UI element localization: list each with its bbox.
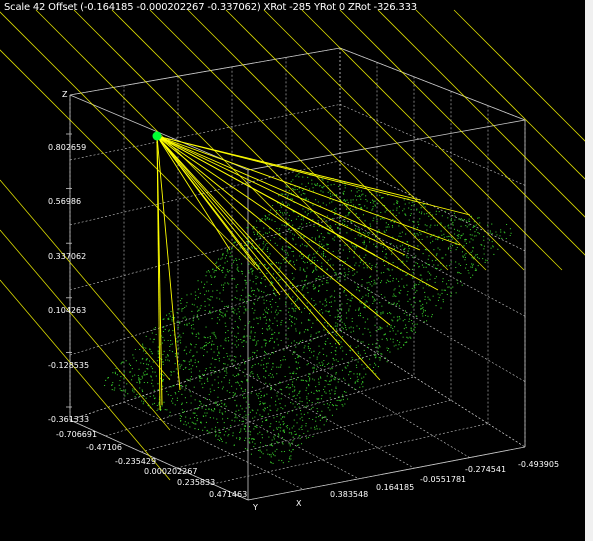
grid-line — [231, 365, 415, 469]
scene-canvas[interactable]: Z X Y 0.802659 0.56986 0.337062 0.104263… — [0, 0, 585, 541]
y-tick-label: 0.000202267 — [144, 467, 197, 476]
x-tick-label: -0.0551781 — [420, 475, 466, 484]
z-axis-title: Z — [62, 90, 68, 99]
box-edge — [339, 47, 526, 121]
ray-line — [156, 135, 421, 251]
ray-line — [156, 135, 376, 256]
y-tick-label: 0.471463 — [209, 490, 247, 499]
source-point — [152, 131, 162, 141]
x-tick-label: 0.383548 — [330, 490, 368, 499]
ray-line — [453, 9, 585, 142]
ray-lines — [0, 9, 585, 481]
ray-line — [73, 9, 335, 271]
x-tick-label: 0.164185 — [376, 483, 414, 492]
z-tick-label: -0.361333 — [48, 415, 89, 424]
point-cloud-dots — [104, 173, 512, 464]
ray-line — [263, 9, 525, 271]
y-tick-label: -0.47106 — [86, 443, 122, 452]
ray-line — [0, 11, 259, 271]
z-tick-label: 0.104263 — [48, 306, 86, 315]
ray-line — [149, 9, 411, 271]
grid-line — [339, 104, 526, 186]
box-edge — [69, 47, 341, 96]
grid-box — [66, 47, 526, 501]
ray-line — [301, 9, 563, 271]
grid-line — [285, 347, 470, 458]
axis-labels: Z X Y 0.802659 0.56986 0.337062 0.104263… — [48, 90, 559, 512]
x-tick-label: -0.493905 — [518, 460, 559, 469]
ray-source-marker — [152, 131, 162, 141]
z-tick-label: 0.337062 — [48, 252, 86, 261]
grid-line — [339, 216, 526, 317]
y-tick-label: 0.235833 — [177, 478, 215, 487]
ray-line — [156, 135, 256, 266]
box-edge — [247, 119, 526, 171]
ray-line — [187, 9, 449, 271]
grid-line — [123, 401, 304, 490]
ray-line — [156, 135, 461, 246]
y-axis-title: Y — [252, 503, 258, 512]
grid-line — [339, 273, 526, 382]
z-tick-label: 0.802659 — [48, 143, 86, 152]
3d-viewport[interactable]: Scale 42 Offset (-0.164185 -0.000202267 … — [0, 0, 585, 541]
window-right-edge — [585, 0, 593, 541]
x-axis-title: X — [296, 499, 302, 508]
z-tick-label: 0.56986 — [48, 197, 81, 206]
ray-line — [0, 49, 221, 271]
z-tick-label: -0.128535 — [48, 361, 89, 370]
ray-line — [0, 179, 171, 381]
x-tick-label: -0.274541 — [465, 465, 506, 474]
y-tick-label: -0.706691 — [56, 430, 97, 439]
grid-line — [69, 216, 341, 291]
ray-line — [156, 135, 181, 391]
point-cloud — [104, 173, 512, 464]
y-tick-label: -0.235429 — [115, 457, 156, 466]
ray-line — [156, 135, 471, 216]
grid-line — [176, 399, 452, 469]
